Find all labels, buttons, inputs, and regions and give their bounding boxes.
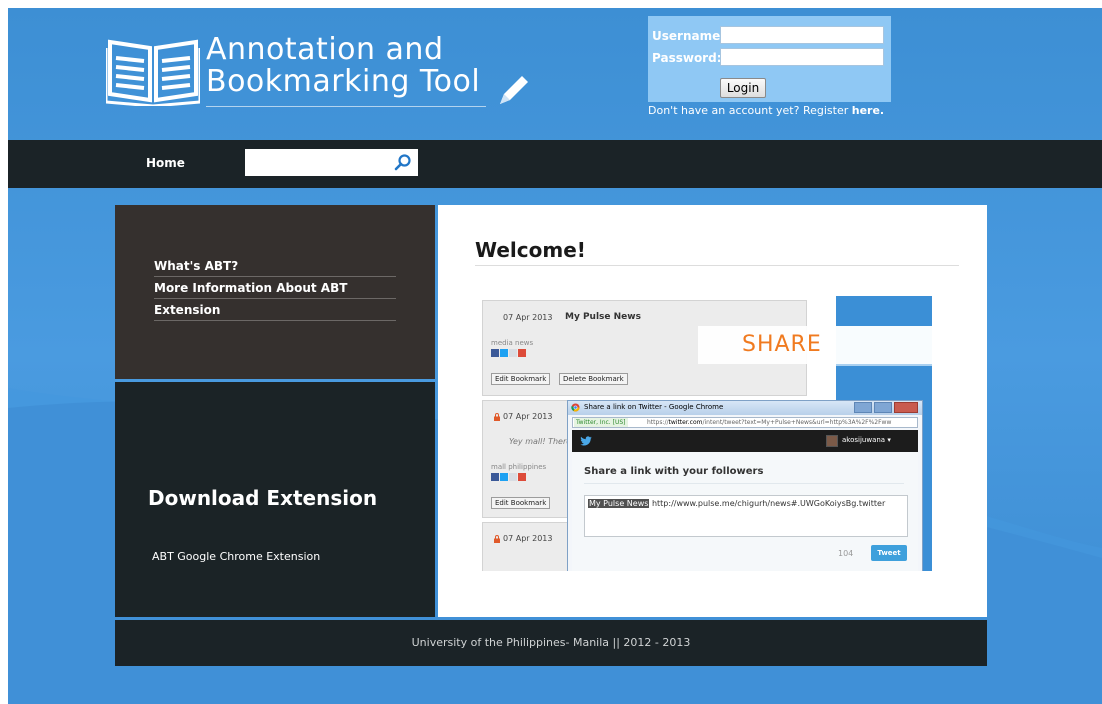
twitter-username: akosijuwana ▾ — [842, 436, 891, 444]
tweet-composer: Share a link with your followers My Puls… — [572, 452, 918, 571]
window-titlebar: Share a link on Twitter - Google Chrome — [568, 401, 922, 415]
pencil-icon — [500, 76, 528, 104]
share-icons — [491, 473, 526, 481]
main-content: Welcome! 07 Apr 2013 My Pulse News media… — [438, 205, 987, 617]
main-navbar: Home — [8, 140, 1102, 188]
edit-bookmark-button: Edit Bookmark — [491, 373, 551, 385]
register-text: Don't have an account yet? Register — [648, 104, 849, 117]
page-title: Welcome! — [475, 238, 586, 262]
bookmark-date: 07 Apr 2013 — [503, 534, 553, 543]
register-prompt: Don't have an account yet? Register here… — [648, 104, 884, 117]
url-scheme: https:// — [647, 419, 669, 426]
chrome-extension-link[interactable]: ABT Google Chrome Extension — [152, 550, 320, 563]
login-panel: Username: Password: Login — [648, 16, 891, 102]
bookmark-date: 07 Apr 2013 — [503, 412, 553, 421]
tweet-text-selected: My Pulse News — [588, 499, 650, 508]
minimize-icon — [854, 402, 872, 413]
search-input[interactable] — [249, 153, 389, 172]
footer-copyright: University of the Philippines- Manila ||… — [411, 636, 691, 649]
url-host: twitter.com — [668, 419, 703, 426]
tweet-textarea: My Pulse News http://www.pulse.me/chigur… — [584, 495, 908, 537]
password-input[interactable] — [720, 48, 884, 66]
sidebar-item-extension[interactable]: Extension — [154, 299, 396, 321]
maximize-icon — [874, 402, 892, 413]
twitter-bird-icon — [580, 436, 592, 446]
character-count: 104 — [838, 549, 854, 558]
bookmark-tags: media news — [491, 339, 534, 347]
lock-icon — [494, 535, 500, 543]
bookmark-title: My Pulse News — [565, 312, 641, 322]
username-input[interactable] — [720, 26, 884, 44]
login-button[interactable]: Login — [720, 78, 766, 98]
username-label: Username: — [652, 29, 726, 43]
secure-badge: Twitter, Inc. [US] — [574, 418, 628, 427]
chrome-icon — [571, 403, 580, 412]
sidebar-item-whats-abt[interactable]: What's ABT? — [154, 255, 396, 277]
nav-home-link[interactable]: Home — [146, 156, 185, 170]
title-divider — [475, 265, 959, 266]
page-footer: University of the Philippines- Manila ||… — [115, 620, 987, 666]
tweet-button: Tweet — [871, 545, 907, 561]
avatar — [826, 435, 838, 447]
lock-icon — [494, 413, 500, 421]
twitter-share-window: Share a link on Twitter - Google Chrome … — [567, 400, 923, 571]
url-path: /intent/tweet?text=My+Pulse+News&url=htt… — [702, 419, 892, 426]
bookmark-date: 07 Apr 2013 — [503, 313, 553, 322]
sidebar-links-panel: What's ABT? More Information About ABT E… — [115, 205, 435, 379]
tweet-divider — [584, 483, 904, 484]
open-book-icon — [106, 39, 200, 106]
window-controls — [854, 402, 918, 413]
share-icons — [491, 349, 526, 357]
window-title: Share a link on Twitter - Google Chrome — [584, 403, 724, 411]
site-logo[interactable]: Annotation and Bookmarking Tool — [106, 30, 546, 114]
page-background: Annotation and Bookmarking Tool Username… — [8, 8, 1102, 704]
password-label: Password: — [652, 51, 722, 65]
tweet-text-rest: http://www.pulse.me/chigurh/news#.UWGoKo… — [649, 499, 886, 508]
search-icon[interactable] — [394, 153, 412, 171]
search-box[interactable] — [245, 149, 418, 176]
preview-screenshot: 07 Apr 2013 My Pulse News media news Edi… — [482, 296, 932, 571]
address-url: https://twitter.com/intent/tweet?text=My… — [647, 418, 891, 427]
share-banner-text: SHARE — [742, 332, 822, 357]
twitter-header: akosijuwana ▾ — [572, 430, 918, 452]
site-title: Annotation and Bookmarking Tool — [206, 32, 481, 99]
edit-bookmark-button: Edit Bookmark — [491, 497, 551, 509]
bookmark-tags: mall philippines — [491, 463, 547, 471]
register-link[interactable]: here. — [852, 104, 884, 117]
close-icon — [894, 402, 918, 413]
delete-bookmark-button: Delete Bookmark — [559, 373, 628, 385]
logo-underline — [206, 106, 486, 107]
sidebar-item-more-info[interactable]: More Information About ABT — [154, 277, 396, 299]
tweet-heading: Share a link with your followers — [584, 466, 764, 477]
address-bar: Twitter, Inc. [US] https://twitter.com/i… — [572, 417, 918, 428]
download-panel: Download Extension ABT Google Chrome Ext… — [115, 382, 435, 617]
download-heading: Download Extension — [148, 486, 378, 510]
